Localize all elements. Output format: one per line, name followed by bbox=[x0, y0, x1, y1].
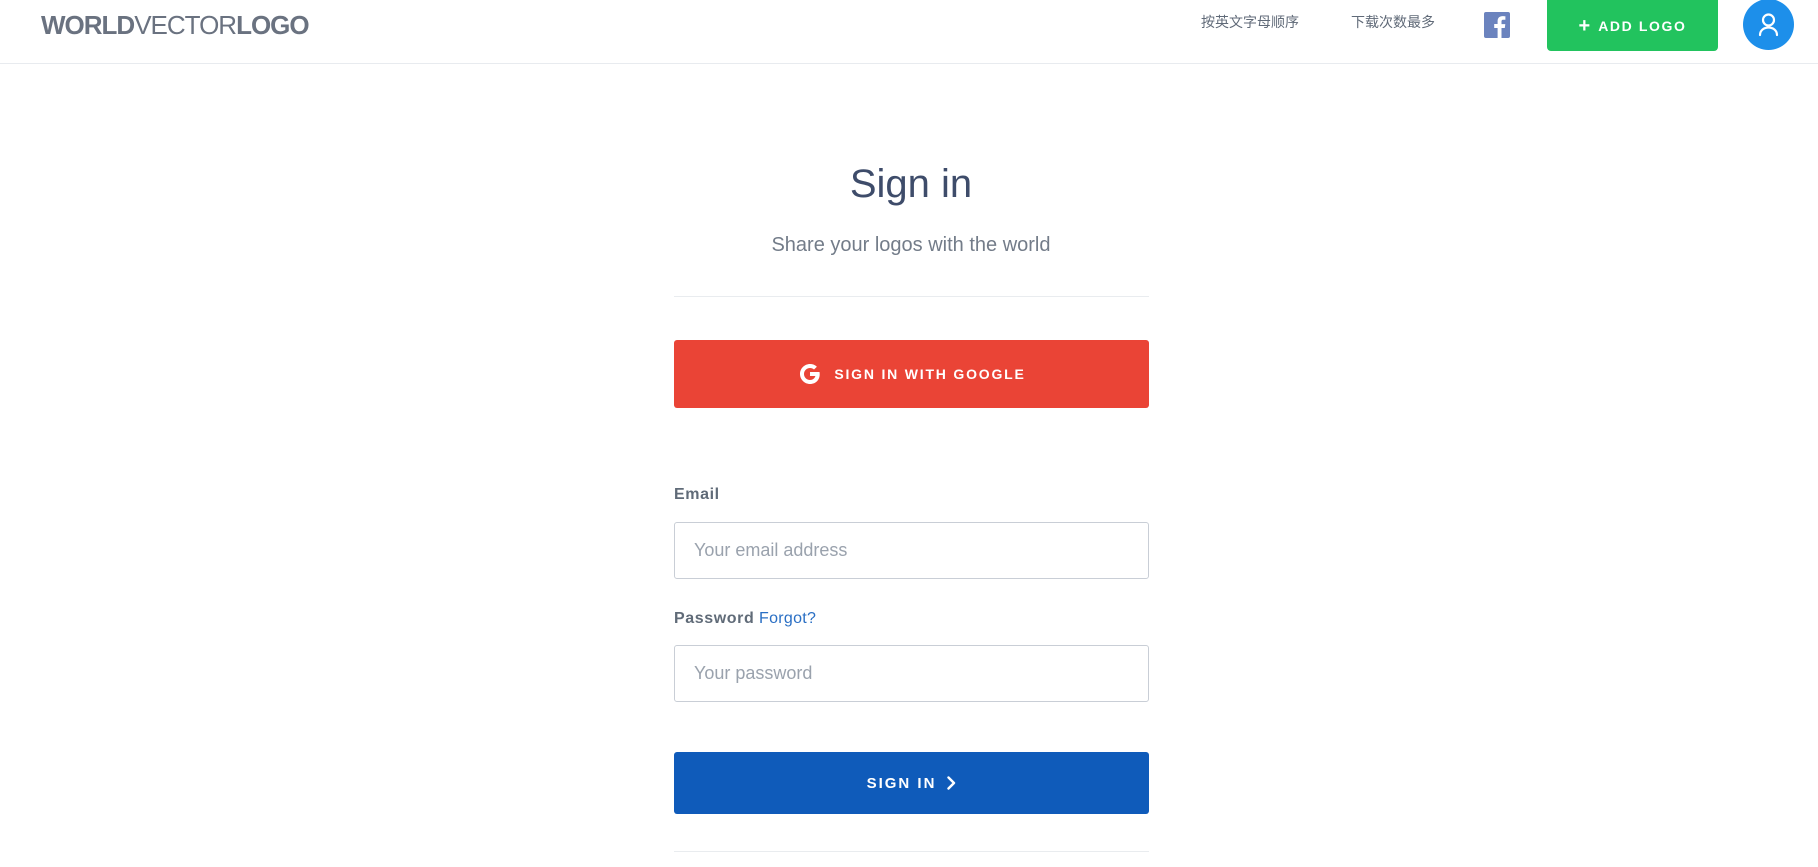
email-field[interactable] bbox=[674, 522, 1149, 579]
user-menu-button[interactable] bbox=[1743, 0, 1794, 50]
logo-logo: LOGO bbox=[236, 10, 310, 40]
facebook-icon[interactable] bbox=[1484, 12, 1510, 38]
email-label: Email bbox=[674, 486, 720, 503]
nav-alphabetical[interactable]: 按英文字母顺序 bbox=[1201, 14, 1299, 32]
password-label: Password bbox=[674, 610, 755, 627]
divider bbox=[674, 851, 1149, 852]
forgot-password-link[interactable]: Forgot? bbox=[759, 609, 816, 629]
signin-submit-button[interactable]: SIGN IN bbox=[674, 752, 1149, 814]
logo-vector: VECTOR bbox=[134, 10, 237, 40]
site-logo[interactable]: WORLDVECTORLOGO bbox=[41, 10, 310, 40]
logo-world: WORLD bbox=[41, 10, 135, 40]
google-signin-button[interactable]: SIGN IN WITH GOOGLE bbox=[674, 340, 1149, 408]
add-logo-button[interactable]: + ADD LOGO bbox=[1547, 0, 1718, 51]
page-subtitle: Share your logos with the world bbox=[771, 234, 1051, 256]
divider bbox=[674, 296, 1149, 297]
plus-icon: + bbox=[1578, 14, 1591, 37]
signin-submit-label: SIGN IN bbox=[866, 774, 937, 792]
nav-most-downloaded[interactable]: 下载次数最多 bbox=[1351, 14, 1435, 32]
user-icon bbox=[1758, 13, 1779, 37]
chevron-right-icon bbox=[947, 776, 956, 790]
google-icon bbox=[800, 364, 821, 384]
add-logo-label: ADD LOGO bbox=[1598, 17, 1687, 34]
password-field[interactable] bbox=[674, 645, 1149, 702]
page-title: Sign in bbox=[849, 162, 973, 206]
site-header: WORLDVECTORLOGO 按英文字母顺序 下载次数最多 + ADD LOG… bbox=[0, 0, 1818, 64]
google-signin-label: SIGN IN WITH GOOGLE bbox=[834, 366, 1026, 382]
